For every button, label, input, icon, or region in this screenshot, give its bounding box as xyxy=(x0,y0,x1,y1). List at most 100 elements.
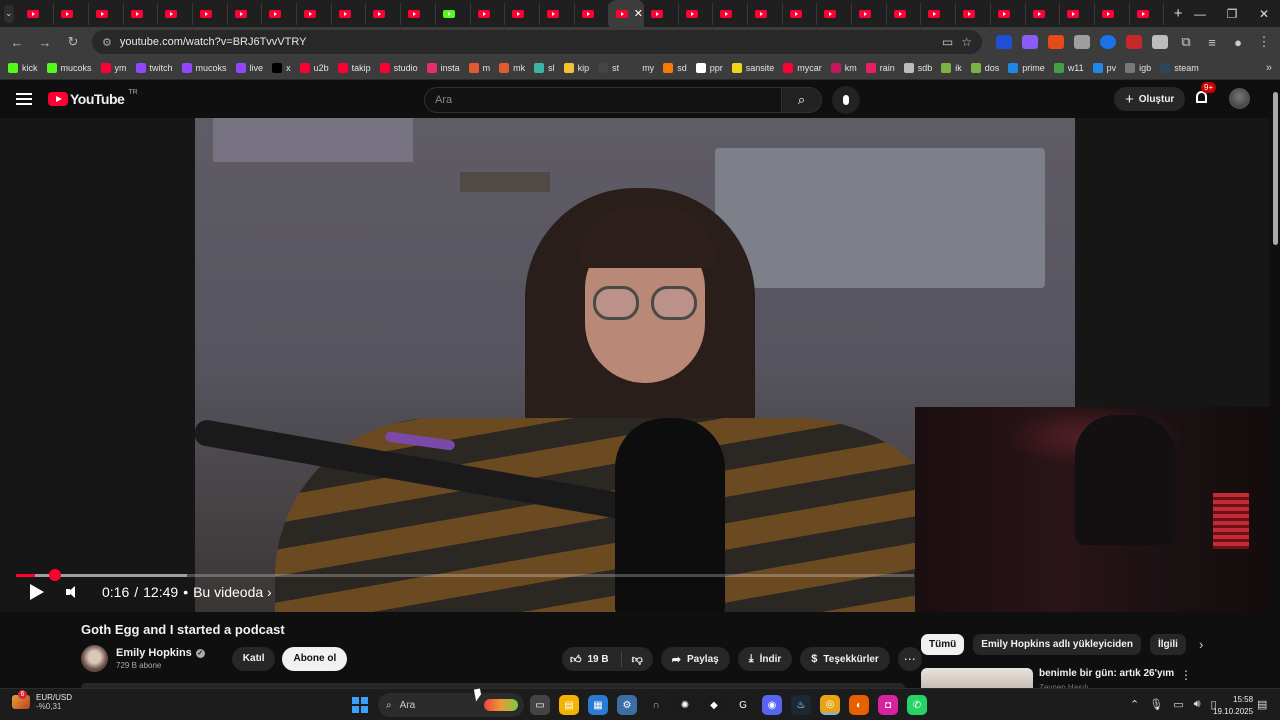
bookmark-item[interactable]: prime xyxy=(1008,63,1045,73)
chip-all[interactable]: Tümü xyxy=(921,634,965,655)
browser-tab[interactable] xyxy=(297,2,332,25)
browser-tab[interactable] xyxy=(401,2,436,25)
browser-tab[interactable] xyxy=(262,2,298,25)
network-icon[interactable]: ▭ xyxy=(1173,698,1183,711)
download-button[interactable]: ⤓ İndir xyxy=(737,647,793,671)
cast-icon[interactable]: ▭ xyxy=(942,35,953,49)
page-scrollbar[interactable] xyxy=(1271,82,1280,687)
browser-tab[interactable] xyxy=(436,2,471,25)
chevron-right-icon[interactable]: › xyxy=(1199,637,1203,652)
browser-tab[interactable] xyxy=(89,2,124,25)
bookmark-item[interactable]: st xyxy=(598,63,619,73)
browser-tab[interactable] xyxy=(1026,2,1061,25)
start-button[interactable] xyxy=(352,697,368,713)
bookmark-item[interactable]: ik xyxy=(941,63,962,73)
bookmark-item[interactable]: u2b xyxy=(299,63,329,73)
discord-icon[interactable]: ◉ xyxy=(762,695,782,715)
speaker-icon[interactable]: 🔊︎ xyxy=(1194,698,1201,711)
bookmark-item[interactable]: sd xyxy=(663,63,687,73)
instagram-icon[interactable]: ◘ xyxy=(878,695,898,715)
bookmark-item[interactable]: twitch xyxy=(135,63,173,73)
extension-icon[interactable] xyxy=(1074,35,1090,49)
settings-icon[interactable]: ⚙ xyxy=(617,695,637,715)
close-icon[interactable]: ✕ xyxy=(1248,7,1280,21)
volume-icon[interactable] xyxy=(66,585,80,599)
chapter-button[interactable]: Bu videoda › xyxy=(193,584,272,600)
firefox-icon[interactable]: ◐ xyxy=(849,695,869,715)
browser-tab[interactable] xyxy=(471,2,506,25)
bookmark-item[interactable]: studio xyxy=(379,63,418,73)
browser-tab[interactable] xyxy=(679,2,714,25)
whatsapp-icon[interactable]: ✆ xyxy=(907,695,927,715)
close-tab-icon[interactable]: ✕ xyxy=(634,7,643,20)
browser-tab[interactable] xyxy=(991,2,1026,25)
recommendation-thumbnail[interactable] xyxy=(921,668,1033,688)
bookmark-item[interactable]: insta xyxy=(426,63,460,73)
share-button[interactable]: ➦ Paylaş xyxy=(660,647,730,671)
extension-icon[interactable] xyxy=(1152,35,1168,49)
browser-tab[interactable] xyxy=(540,2,575,25)
browser-tab[interactable] xyxy=(1060,2,1095,25)
bookmark-item[interactable]: igb xyxy=(1125,63,1151,73)
bookmark-item[interactable]: sl xyxy=(534,63,555,73)
weather-widget[interactable]: 6 EUR/USD -%0,31 xyxy=(12,690,72,711)
channel-avatar[interactable] xyxy=(81,645,108,672)
bookmark-item[interactable]: w11 xyxy=(1053,63,1084,73)
browser-tab[interactable] xyxy=(193,2,228,25)
browser-tab[interactable] xyxy=(887,2,922,25)
bookmark-item[interactable]: sdb xyxy=(903,63,932,73)
browser-tab[interactable] xyxy=(228,2,263,25)
thanks-button[interactable]: $ Teşekkürler xyxy=(800,647,890,671)
bookmark-item[interactable]: mucoks xyxy=(46,63,92,73)
bookmark-item[interactable]: mucoks xyxy=(181,63,227,73)
extension-icon[interactable] xyxy=(1048,35,1064,49)
bookmark-item[interactable]: mycar xyxy=(783,63,822,73)
bookmark-item[interactable]: sansite xyxy=(731,63,774,73)
extension-icon[interactable] xyxy=(1022,35,1038,49)
account-avatar[interactable] xyxy=(1229,88,1250,109)
search-input[interactable]: Ara xyxy=(424,87,782,113)
browser-tab[interactable] xyxy=(54,2,89,25)
browser-tab[interactable] xyxy=(956,2,991,25)
browser-tab[interactable] xyxy=(1095,2,1130,25)
extension-icon[interactable] xyxy=(996,35,1012,49)
recommendation-menu-icon[interactable]: ⋮ xyxy=(1180,668,1192,682)
taskbar-search[interactable]: ⌕ Ara xyxy=(378,693,524,717)
browser-menu-icon[interactable]: ⋮ xyxy=(1256,34,1272,50)
clock[interactable]: 15:58 19.10.2025 xyxy=(1213,694,1253,718)
extensions-puzzle-icon[interactable]: ⧉ xyxy=(1178,34,1194,50)
channel-name[interactable]: Emily Hopkins ✓ xyxy=(116,647,205,659)
file-explorer-icon[interactable]: ▤ xyxy=(559,695,579,715)
browser-tab[interactable] xyxy=(1130,2,1165,25)
like-button[interactable]: 👍︎ 19 B xyxy=(562,651,622,667)
reading-list-icon[interactable]: ≡ xyxy=(1204,35,1220,50)
browser-tab[interactable] xyxy=(20,2,55,25)
channel-name-text[interactable]: Emily Hopkins xyxy=(116,647,192,659)
bookmark-item[interactable]: takip xyxy=(337,63,371,73)
recommendation-title[interactable]: benimle bir gün: artık 26'yım xyxy=(1039,668,1174,679)
browser-tab[interactable] xyxy=(713,2,749,25)
browser-tab[interactable] xyxy=(124,2,159,25)
bookmark-item[interactable]: my xyxy=(628,63,654,73)
url-text[interactable]: youtube.com/watch?v=BRJ6TvvVTRY xyxy=(120,36,934,48)
dislike-button[interactable]: 👎︎ xyxy=(622,653,653,666)
extension-icon[interactable] xyxy=(1100,35,1116,49)
forward-button[interactable]: → xyxy=(36,35,54,50)
join-button[interactable]: Katıl xyxy=(231,646,276,671)
headset-app-icon[interactable]: ∩ xyxy=(646,695,666,715)
voice-search-button[interactable] xyxy=(832,86,860,114)
scrubber-handle[interactable] xyxy=(48,569,61,581)
notification-center-icon[interactable]: ▤ xyxy=(1257,698,1267,711)
browser-tab[interactable]: ✕ xyxy=(609,0,644,27)
bookmark-item[interactable]: m xyxy=(468,63,490,73)
more-actions-button[interactable]: ⋯ xyxy=(897,647,922,671)
browser-tab[interactable] xyxy=(817,2,853,25)
browser-tab[interactable] xyxy=(644,2,679,25)
browser-tab[interactable] xyxy=(783,2,818,25)
browser-tab[interactable] xyxy=(575,2,610,25)
chevron-up-icon[interactable]: ⌃ xyxy=(1130,698,1139,711)
profile-icon[interactable]: ● xyxy=(1230,35,1246,50)
site-info-icon[interactable]: ⚙ xyxy=(102,36,112,49)
scrollbar-thumb[interactable] xyxy=(1273,92,1278,245)
chrome-icon[interactable]: ◎ xyxy=(820,695,840,715)
